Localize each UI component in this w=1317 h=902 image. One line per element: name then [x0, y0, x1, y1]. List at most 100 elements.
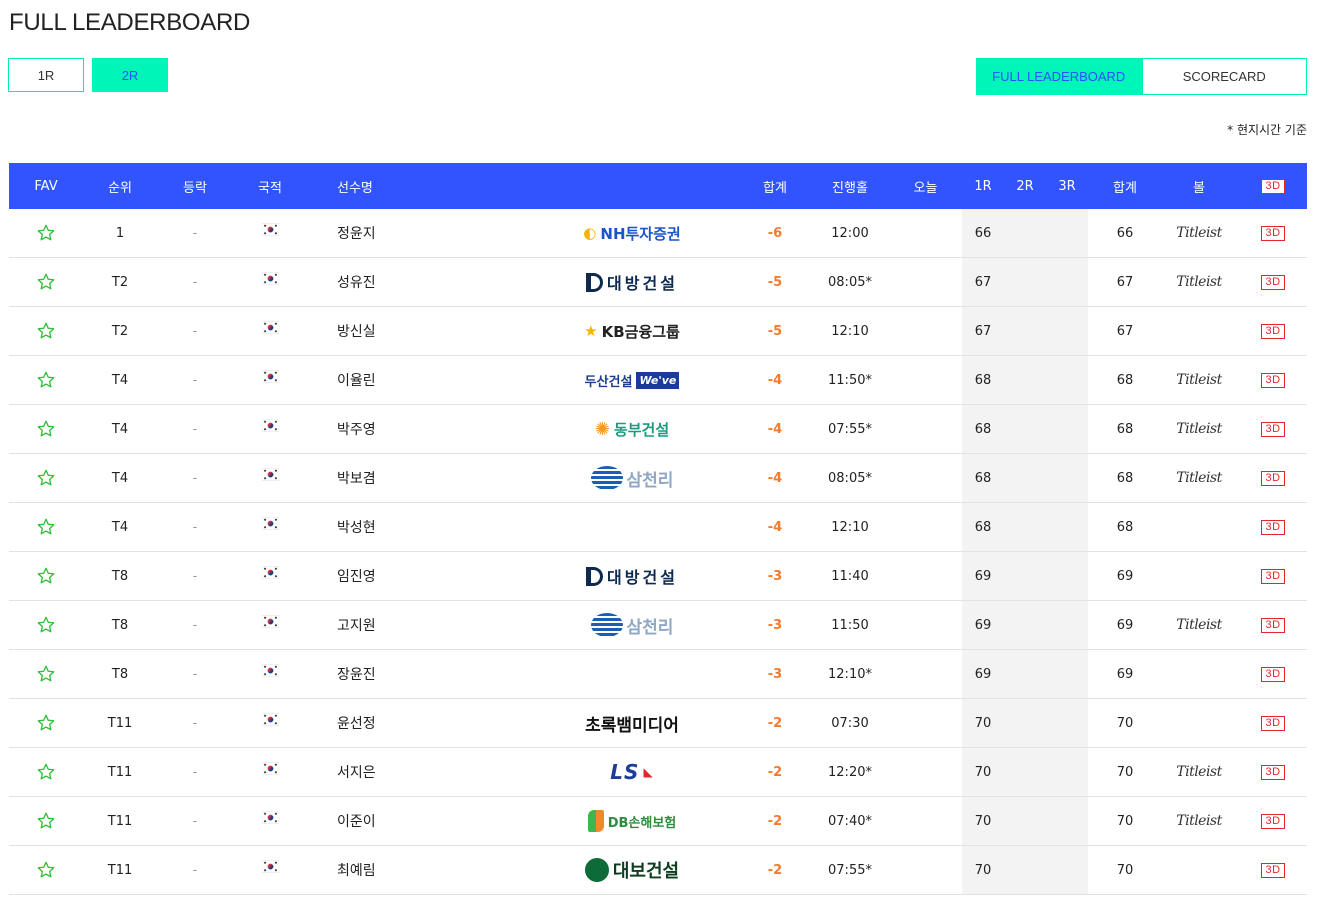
table-row[interactable]: T4 - 박주영 ✺ 동부건설 -4 07:55* 68 68 Titleist …	[9, 405, 1307, 454]
total-score-cell: -4	[767, 372, 783, 388]
view-3d-button[interactable]: 3D	[1261, 617, 1285, 633]
view3d-cell: 3D	[1236, 307, 1310, 355]
rank-cell: T8	[111, 666, 129, 682]
favorite-star-icon[interactable]	[36, 860, 56, 880]
ball-cell: Titleist	[1162, 405, 1236, 453]
thru-cell: 12:10*	[828, 666, 872, 682]
player-name-cell[interactable]: 박성현	[307, 503, 537, 551]
view-3d-button[interactable]: 3D	[1261, 421, 1285, 437]
sponsor-mark-icon: ★	[584, 322, 598, 340]
movement-cell: -	[192, 470, 198, 486]
player-name-cell[interactable]: 임진영	[307, 552, 537, 600]
view-3d-button[interactable]: 3D	[1261, 666, 1285, 682]
player-name-cell[interactable]: 방신실	[307, 307, 537, 355]
table-row[interactable]: T8 - 장윤진 -3 12:10* 69 69 3D	[9, 650, 1307, 699]
favorite-star-icon[interactable]	[36, 713, 56, 733]
player-name[interactable]: 장윤진	[337, 664, 376, 684]
table-row[interactable]: T11 - 윤선정 초록뱀미디어 -2 07:30 70 70 3D	[9, 699, 1307, 748]
table-row[interactable]: T4 - 박보겸 삼천리 -4 08:05* 68 68 Titleist 3D	[9, 454, 1307, 503]
favorite-star-icon[interactable]	[36, 811, 56, 831]
korea-flag-icon	[261, 565, 279, 579]
table-row[interactable]: T2 - 성유진 대방건설 -5 08:05* 67 67 Titleist 3…	[9, 258, 1307, 307]
favorite-star-icon[interactable]	[36, 615, 56, 635]
player-name-cell[interactable]: 서지은	[307, 748, 537, 796]
player-name[interactable]: 최예림	[337, 860, 376, 880]
view-3d-button[interactable]: 3D	[1261, 225, 1285, 241]
sponsor-cell: 두산건설 We've	[537, 356, 727, 404]
favorite-star-icon[interactable]	[36, 419, 56, 439]
player-name-cell[interactable]: 성유진	[307, 258, 537, 306]
player-name[interactable]: 방신실	[337, 321, 376, 341]
player-name[interactable]: 임진영	[337, 566, 376, 586]
sponsor-logo: ◐ NH투자증권	[583, 223, 680, 244]
view-3d-button[interactable]: 3D	[1261, 274, 1285, 290]
favorite-star-icon[interactable]	[36, 517, 56, 537]
table-row[interactable]: T4 - 이율린 두산건설 We've -4 11:50* 68 68 Title…	[9, 356, 1307, 405]
favorite-star-icon[interactable]	[36, 321, 56, 341]
round-tab-2r[interactable]: 2R	[92, 58, 168, 92]
table-row[interactable]: T11 - 최예림 대보건설 -2 07:55* 70 70 3D	[9, 846, 1307, 895]
player-name[interactable]: 박보겸	[337, 468, 376, 488]
player-name-cell[interactable]: 장윤진	[307, 650, 537, 698]
player-name-cell[interactable]: 정윤지	[307, 209, 537, 257]
player-name-cell[interactable]: 이율린	[307, 356, 537, 404]
tab-full-leaderboard[interactable]: FULL LEADERBOARD	[976, 58, 1142, 95]
player-name[interactable]: 정윤지	[337, 223, 376, 243]
player-name[interactable]: 서지은	[337, 762, 376, 782]
korea-flag-icon	[261, 614, 279, 628]
favorite-star-icon[interactable]	[36, 566, 56, 586]
player-name[interactable]: 이율린	[337, 370, 376, 390]
favorite-star-icon[interactable]	[36, 370, 56, 390]
player-name[interactable]: 박주영	[337, 419, 376, 439]
player-name[interactable]: 이준이	[337, 811, 376, 831]
today-cell	[889, 748, 962, 796]
col-rank: 순위	[108, 180, 132, 196]
view-3d-button[interactable]: 3D	[1261, 519, 1285, 535]
sum-cell: 67	[1116, 323, 1134, 339]
round-tab-1r[interactable]: 1R	[8, 58, 84, 92]
korea-flag-icon	[261, 467, 279, 481]
player-name-cell[interactable]: 최예림	[307, 846, 537, 894]
view-3d-button[interactable]: 3D	[1261, 764, 1285, 780]
thru-cell: 11:50	[831, 617, 869, 633]
sum-cell: 67	[1116, 274, 1134, 290]
player-name[interactable]: 박성현	[337, 517, 376, 537]
favorite-star-icon[interactable]	[36, 664, 56, 684]
view-3d-button[interactable]: 3D	[1261, 470, 1285, 486]
favorite-star-icon[interactable]	[36, 272, 56, 292]
table-row[interactable]: T4 - 박성현 -4 12:10 68 68 3D	[9, 503, 1307, 552]
r2-cell	[1004, 699, 1046, 747]
view-3d-button[interactable]: 3D	[1261, 862, 1285, 878]
player-name[interactable]: 고지원	[337, 615, 376, 635]
korea-flag-icon	[261, 761, 279, 775]
player-name-cell[interactable]: 윤선정	[307, 699, 537, 747]
table-row[interactable]: T8 - 고지원 삼천리 -3 11:50 69 69 Titleist 3D	[9, 601, 1307, 650]
player-name-cell[interactable]: 고지원	[307, 601, 537, 649]
view-3d-button[interactable]: 3D	[1261, 568, 1285, 584]
table-row[interactable]: T2 - 방신실 ★ KB금융그룹 -5 12:10 67 67 3D	[9, 307, 1307, 356]
sponsor-cell: 대방건설	[537, 258, 727, 306]
table-row[interactable]: T11 - 이준이 DB손해보험 -2 07:40* 70 70 Titleis…	[9, 797, 1307, 846]
favorite-star-icon[interactable]	[36, 223, 56, 243]
view-3d-button[interactable]: 3D	[1261, 715, 1285, 731]
player-name-cell[interactable]: 이준이	[307, 797, 537, 845]
view-3d-button[interactable]: 3D	[1261, 813, 1285, 829]
tab-scorecard[interactable]: SCORECARD	[1141, 58, 1307, 95]
table-row[interactable]: T8 - 임진영 대방건설 -3 11:40 69 69 3D	[9, 552, 1307, 601]
table-row[interactable]: T11 - 서지은 LS ◣ -2 12:20* 70 70 Titleist 3…	[9, 748, 1307, 797]
favorite-star-icon[interactable]	[36, 762, 56, 782]
player-name-cell[interactable]: 박보겸	[307, 454, 537, 502]
player-name[interactable]: 윤선정	[337, 713, 376, 733]
today-cell	[889, 503, 962, 551]
view-3d-button[interactable]: 3D	[1261, 323, 1285, 339]
view-3d-button[interactable]: 3D	[1261, 372, 1285, 388]
r2-cell	[1004, 258, 1046, 306]
player-name-cell[interactable]: 박주영	[307, 405, 537, 453]
table-row[interactable]: 1 - 정윤지 ◐ NH투자증권 -6 12:00 66 66 Titleist …	[9, 209, 1307, 258]
thru-cell: 08:05*	[828, 470, 872, 486]
movement-cell: -	[192, 519, 198, 535]
player-name[interactable]: 성유진	[337, 272, 376, 292]
thru-cell: 12:10	[831, 519, 869, 535]
favorite-star-icon[interactable]	[36, 468, 56, 488]
r1-cell: 68	[962, 454, 1004, 502]
